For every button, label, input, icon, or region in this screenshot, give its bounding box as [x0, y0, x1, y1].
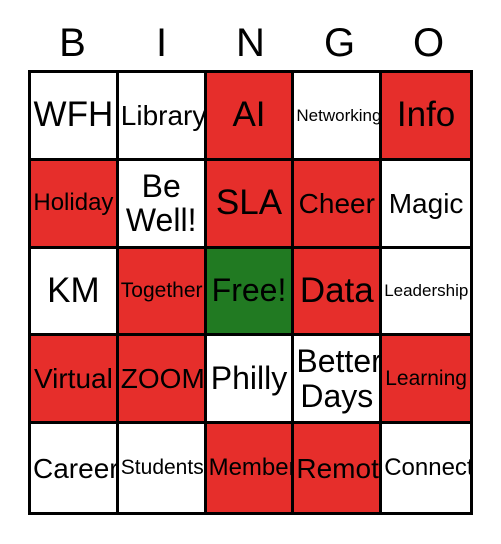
bingo-cell-label: Holiday [33, 188, 114, 216]
bingo-card: B I N G O WFH Library AI Networking Info Holi… [0, 0, 501, 544]
bingo-cell[interactable]: Learning [382, 336, 470, 425]
bingo-cell[interactable]: AI [206, 73, 295, 161]
bingo-cell-label: Better Days [296, 343, 382, 414]
bingo-cell-label: Philly [210, 360, 288, 397]
header-letter-b: B [59, 21, 86, 65]
bingo-cell[interactable]: Networking [294, 73, 383, 161]
bingo-cell[interactable]: Magic [382, 160, 470, 249]
bingo-cell-label: Free! [211, 272, 287, 309]
header-letter-i: I [155, 21, 168, 65]
header-letter-n: N [236, 21, 265, 65]
bingo-cell-label: Library [120, 99, 207, 131]
bingo-cell-label: Students [120, 456, 204, 480]
bingo-cell-label: Connect [384, 453, 470, 481]
bingo-cell-label: Leadership [384, 281, 469, 301]
bingo-cell[interactable]: ZOOM [118, 336, 207, 425]
bingo-cell-label: Magic [388, 187, 464, 219]
bingo-cell-label: KM [47, 270, 100, 310]
bingo-cell-label: SLA [215, 183, 283, 222]
bingo-cell-label: Cheer [298, 187, 375, 219]
bingo-cell-label: Data [299, 270, 374, 310]
bingo-cell[interactable]: Philly [206, 336, 295, 425]
bingo-cell[interactable]: Virtual [31, 336, 119, 425]
header-letter-o: O [412, 21, 445, 65]
bingo-cell[interactable]: Students [118, 424, 207, 512]
bingo-cell-label: Info [396, 95, 456, 135]
bingo-cell-label: AI [232, 95, 266, 135]
bingo-cell-label: Members [208, 453, 292, 481]
bingo-cell[interactable]: Members [206, 424, 295, 512]
header-letter-g: G [323, 21, 356, 65]
bingo-cell[interactable]: Leadership [382, 248, 470, 337]
bingo-cell[interactable]: Remote [294, 424, 383, 512]
bingo-cell[interactable]: Be Well! [118, 160, 207, 249]
bingo-cell[interactable]: Data [294, 248, 383, 337]
bingo-cell[interactable]: Holiday [31, 160, 119, 249]
bingo-cell-label: Virtual [33, 363, 113, 395]
bingo-cell[interactable]: Free! [206, 248, 295, 337]
bingo-cell[interactable]: WFH [31, 73, 119, 161]
bingo-cell[interactable]: Info [382, 73, 470, 161]
bingo-cell-label: Career [33, 452, 119, 484]
bingo-cell-label: ZOOM [120, 363, 205, 395]
bingo-cell[interactable]: SLA [206, 160, 295, 249]
bingo-cell-label: Networking [296, 105, 382, 125]
bingo-cell[interactable]: Together [118, 248, 207, 337]
bingo-cell[interactable]: Library [118, 73, 207, 161]
bingo-cell[interactable]: Career [31, 424, 119, 512]
bingo-cell-label: WFH [33, 95, 114, 135]
bingo-cell[interactable]: KM [31, 248, 119, 337]
bingo-cell[interactable]: Better Days [294, 336, 383, 425]
bingo-cell[interactable]: Cheer [294, 160, 383, 249]
bingo-cell[interactable]: Connect [382, 424, 470, 512]
bingo-cell-label: Remote [296, 452, 379, 484]
bingo-header-row: B I N G O [28, 17, 473, 69]
bingo-cell-label: Learning [385, 366, 467, 390]
bingo-cell-label: Together [120, 279, 203, 303]
bingo-cell-label: Be Well! [125, 167, 197, 239]
bingo-grid: WFH Library AI Networking Info Holiday Be Well… [28, 70, 473, 515]
